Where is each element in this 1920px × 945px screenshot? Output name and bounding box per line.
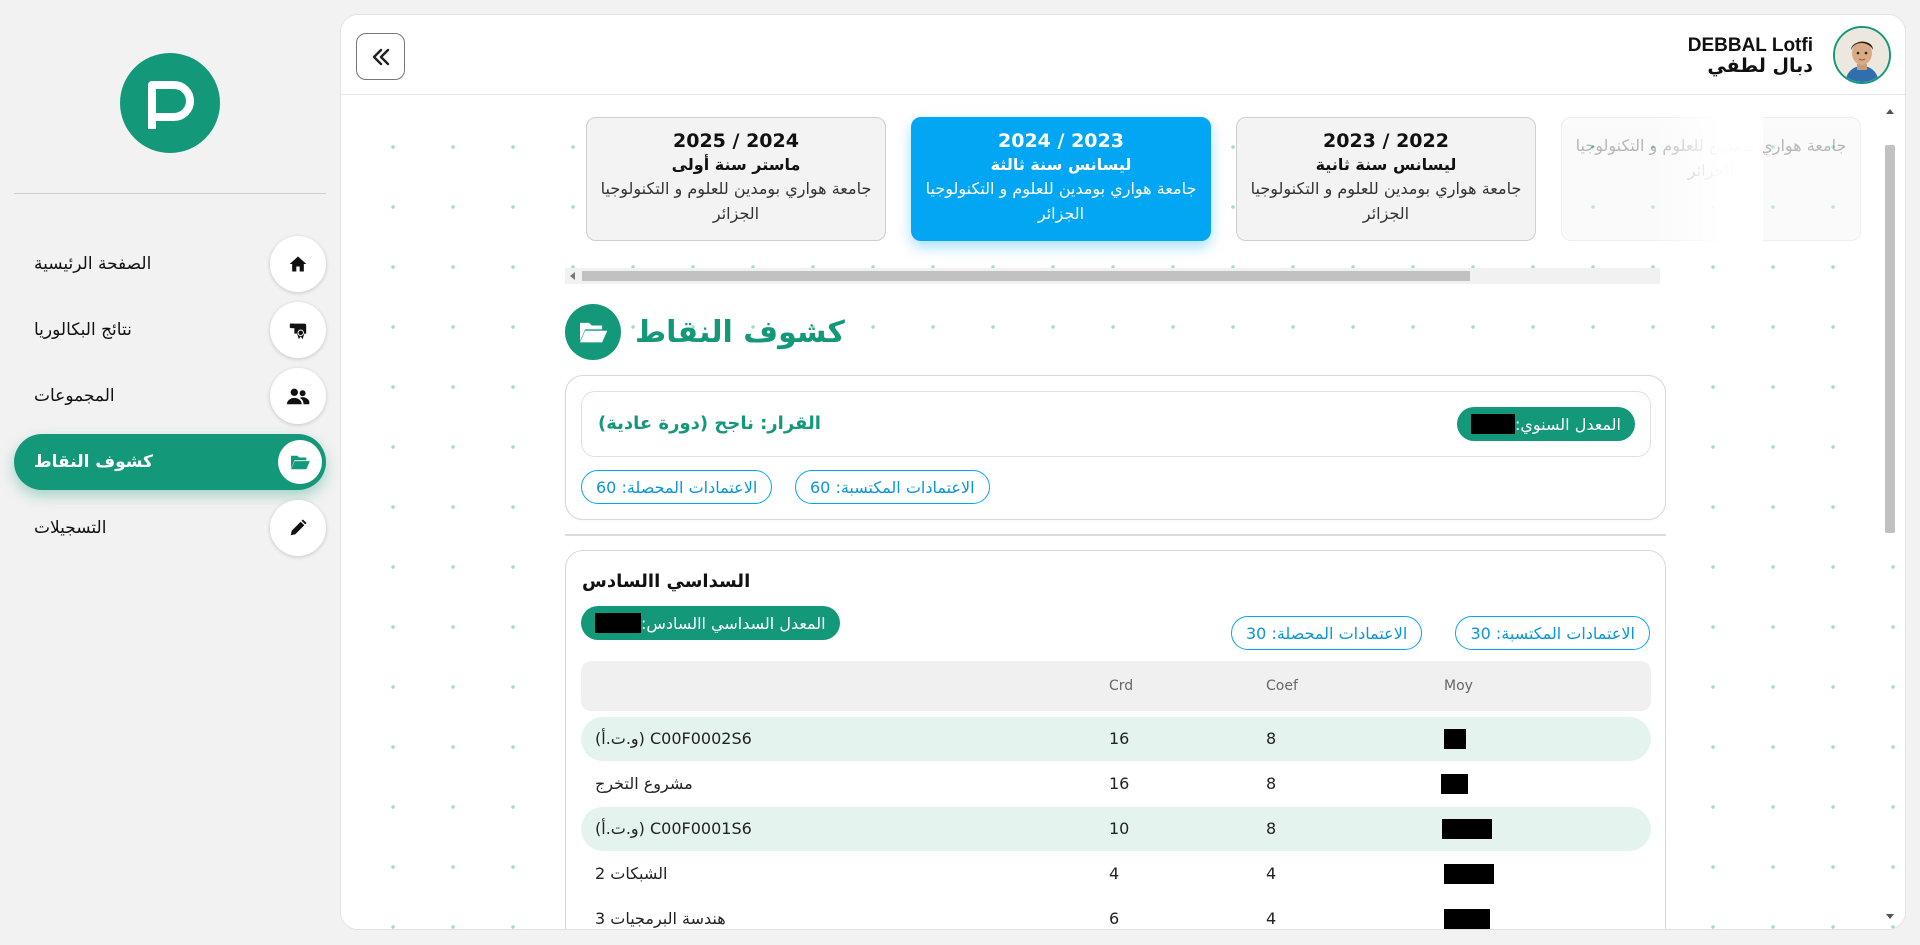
user-name-latin: DEBBAL Lotfi [1687, 35, 1813, 56]
double-chevron-left-icon [372, 48, 389, 65]
column-header-moy: Moy [1444, 678, 1473, 694]
decision-text: القرار: ناجح (دورة عادية) [598, 413, 821, 434]
redacted-value [1471, 414, 1515, 434]
sidebar-item-home[interactable]: الصفحة الرئيسية [14, 236, 326, 292]
redacted-grade [1444, 864, 1494, 884]
scroll-down-arrow-icon[interactable] [1886, 914, 1894, 919]
certificate-icon [270, 302, 326, 358]
page-title: كشوف النقاط [635, 314, 845, 350]
semester-credits-obtained-badge: الاعتمادات المحصلة: 30 [1231, 616, 1423, 650]
year-card-university: جامعة هواري بومدين للعلوم و التكنولوجيا … [600, 179, 872, 223]
year-card-level: ماستر سنة أولى [671, 155, 801, 174]
annual-average-label: المعدل السنوي: [1515, 414, 1621, 434]
sidebar-item-label: كشوف النقاط [34, 452, 153, 472]
sidebar-item-label: نتائج البكالوريا [34, 320, 132, 340]
sidebar-item-groups[interactable]: المجموعات [14, 368, 326, 424]
scrollbar-thumb[interactable] [582, 271, 1470, 281]
semester-average-label: المعدل السداسي االسادس: [641, 613, 826, 633]
user-photo [1835, 28, 1889, 82]
sidebar-item-registrations[interactable]: التسجيلات [14, 500, 326, 556]
module-credits: 16 [1109, 774, 1130, 793]
scroll-left-arrow-icon[interactable] [570, 272, 575, 280]
credits-acquired-badge: الاعتمادات المكتسبة: 60 [795, 470, 990, 504]
decision-row: القرار: ناجح (دورة عادية) المعدل السنوي: [581, 391, 1651, 457]
sidebar-item-label: المجموعات [34, 386, 115, 406]
redacted-grade [1444, 729, 1466, 749]
redacted-grade [1444, 909, 1490, 929]
carousel-fade [1653, 109, 1763, 249]
folder-open-icon [278, 440, 322, 484]
user-name-arabic: دبال لطفي [1707, 55, 1813, 77]
column-header-crd: Crd [1109, 678, 1134, 694]
module-credits: 10 [1109, 819, 1130, 838]
module-name: C00F0002S6 (و.ت.أ) [595, 729, 752, 748]
table-row: C00F0002S6 (و.ت.أ) 16 8 [581, 717, 1651, 761]
annual-average-badge: المعدل السنوي: [1457, 407, 1635, 441]
module-coefficient: 8 [1266, 774, 1277, 793]
semester-title: السداسي االسادس [582, 571, 751, 592]
year-card[interactable]: 2022 / 2023 ليسانس سنة ثانية جامعة هواري… [1236, 117, 1536, 241]
year-card-level: ليسانس سنة ثالثة [990, 155, 1132, 174]
module-coefficient: 8 [1266, 819, 1277, 838]
semester-credits-acquired-badge: الاعتمادات المكتسبة: 30 [1455, 616, 1650, 650]
divider [565, 534, 1666, 536]
module-coefficient: 4 [1266, 864, 1277, 883]
section-header: كشوف النقاط [565, 303, 845, 361]
semester-average-badge: المعدل السداسي االسادس: [581, 606, 840, 640]
year-card[interactable]: 2024 / 2025 ماستر سنة أولى جامعة هواري ب… [586, 117, 886, 241]
column-header-coef: Coef [1266, 678, 1298, 694]
semester-card: السداسي االسادس المعدل السداسي االسادس: … [565, 550, 1666, 929]
redacted-value [595, 613, 641, 633]
collapse-sidebar-button[interactable] [356, 33, 405, 80]
table-row: الشبكات 2 4 4 [581, 852, 1651, 896]
year-card-level: ليسانس سنة ثانية [1315, 155, 1457, 174]
main-panel: DEBBAL Lotfi دبال لطفي 2024 / 2025 ماستر… [340, 14, 1906, 930]
sidebar-item-bac-results[interactable]: نتائج البكالوريا [14, 302, 326, 358]
year-card-selected[interactable]: 2023 / 2024 ليسانس سنة ثالثة جامعة هواري… [911, 117, 1211, 241]
module-credits: 4 [1109, 864, 1120, 883]
redacted-grade [1442, 819, 1492, 839]
sidebar-item-label: الصفحة الرئيسية [34, 254, 152, 274]
home-icon [270, 236, 326, 292]
top-bar: DEBBAL Lotfi دبال لطفي [341, 15, 1905, 95]
table-header: Crd Coef Moy [581, 661, 1651, 711]
users-icon [270, 368, 326, 424]
avatar[interactable] [1833, 26, 1891, 84]
scroll-up-arrow-icon[interactable] [1886, 109, 1894, 114]
decision-card: القرار: ناجح (دورة عادية) المعدل السنوي:… [565, 375, 1666, 520]
sidebar-item-transcripts[interactable]: كشوف النقاط [14, 434, 326, 490]
year-card-university: جامعة هواري بومدين للعلوم و التكنولوجيا … [1250, 179, 1522, 223]
year-card-year: 2024 / 2025 [673, 130, 799, 152]
table-row: هندسة البرمجيات 3 6 4 [581, 897, 1651, 929]
year-card-year: 2023 / 2024 [998, 130, 1124, 152]
app-logo[interactable] [120, 53, 220, 153]
logo-p-icon [148, 81, 194, 129]
year-card-year: 2022 / 2023 [1323, 130, 1449, 152]
module-name: الشبكات 2 [595, 864, 668, 883]
table-row: C00F0001S6 (و.ت.أ) 10 8 [581, 807, 1651, 851]
module-coefficient: 8 [1266, 729, 1277, 748]
pencil-icon [270, 500, 326, 556]
content-area: 2024 / 2025 ماستر سنة أولى جامعة هواري ب… [341, 95, 1905, 929]
scrollbar-thumb[interactable] [1885, 145, 1895, 533]
folder-open-icon [565, 304, 621, 360]
sidebar-divider [14, 193, 326, 194]
credits-obtained-badge: الاعتمادات المحصلة: 60 [581, 470, 773, 504]
redacted-grade [1441, 774, 1468, 794]
sidebar: الصفحة الرئيسية نتائج البكالوريا المجموع… [0, 0, 340, 945]
module-name: C00F0001S6 (و.ت.أ) [595, 819, 752, 838]
sidebar-item-label: التسجيلات [34, 518, 107, 538]
module-name: مشروع التخرج [595, 774, 693, 793]
year-carousel-scrollbar[interactable] [565, 268, 1660, 284]
module-name: هندسة البرمجيات 3 [595, 909, 726, 928]
module-coefficient: 4 [1266, 909, 1277, 928]
vertical-scrollbar[interactable] [1883, 103, 1897, 925]
year-card-university: جامعة هواري بومدين للعلوم و التكنولوجيا … [925, 179, 1197, 223]
table-row: مشروع التخرج 16 8 [581, 762, 1651, 806]
module-credits: 16 [1109, 729, 1130, 748]
module-credits: 6 [1109, 909, 1120, 928]
